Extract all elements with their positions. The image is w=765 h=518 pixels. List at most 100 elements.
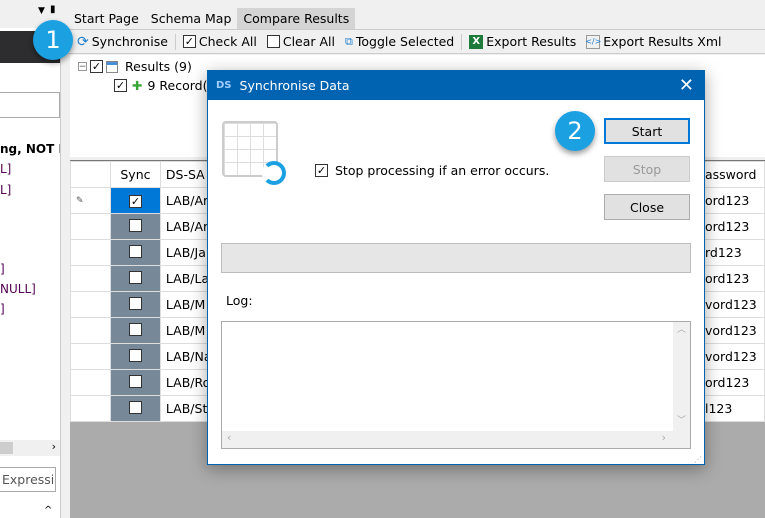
log-textarea[interactable]: ︿ ﹀ ‹ › (221, 321, 691, 449)
row-header[interactable] (70, 343, 111, 370)
dropdown-icon[interactable]: ▼ (38, 6, 45, 16)
column-header-sync[interactable]: Sync (109, 161, 161, 188)
stop-button[interactable]: Stop (604, 156, 690, 182)
export-results-xml-button[interactable]: </> Export Results Xml (583, 34, 724, 49)
sync-cell[interactable] (109, 343, 161, 370)
row-header[interactable] (70, 213, 111, 240)
row-header[interactable] (70, 317, 111, 344)
checkbox-checked-icon[interactable]: ✓ (114, 79, 127, 92)
divider (461, 33, 463, 50)
tree-node-records[interactable]: ✓ ✚ 9 Record( (114, 78, 207, 93)
checkbox-empty-icon[interactable] (128, 270, 142, 284)
checkbox-checked-icon[interactable]: ✓ (90, 60, 103, 73)
scroll-down-icon[interactable]: ﹀ (673, 413, 690, 426)
plus-icon: ✚ (132, 78, 143, 93)
sync-cell[interactable] (109, 317, 161, 344)
row-header[interactable] (70, 265, 111, 292)
toggle-selected-label: Toggle Selected (355, 34, 455, 49)
export-results-label: Export Results (486, 34, 577, 49)
horizontal-scrollbar[interactable]: › (0, 440, 60, 456)
checkbox-empty-icon[interactable] (128, 218, 142, 232)
tab-compare-results[interactable]: Compare Results (237, 8, 356, 29)
expression-button[interactable]: Expression (0, 467, 56, 492)
table-icon (106, 60, 118, 73)
password-cell[interactable]: vord123 (698, 317, 765, 344)
toggle-icon: ⧉ (345, 34, 353, 48)
stop-on-error-label: Stop processing if an error occurs. (335, 163, 550, 178)
left-line: NULL] (0, 282, 36, 296)
start-button[interactable]: Start (604, 118, 690, 144)
close-icon[interactable]: ✕ (679, 75, 694, 96)
scroll-up-icon[interactable]: ^ (44, 505, 52, 516)
export-results-button[interactable]: X Export Results (466, 34, 579, 49)
sync-cell[interactable] (109, 395, 161, 422)
checkbox-empty-icon[interactable] (128, 400, 142, 414)
password-cell[interactable]: ord123 (698, 369, 765, 396)
row-header[interactable] (70, 291, 111, 318)
clear-all-button[interactable]: Clear All (264, 34, 338, 49)
checkbox-empty-icon[interactable] (128, 296, 142, 310)
row-header[interactable] (70, 369, 111, 396)
step-badge-2: 2 (555, 111, 595, 151)
password-cell[interactable]: vord123 (698, 343, 765, 370)
collapse-icon[interactable]: − (78, 62, 87, 72)
checkbox-checked-icon: ✓ (182, 35, 196, 48)
checkbox-checked-icon[interactable]: ✓ (128, 195, 142, 208)
filter-input[interactable] (0, 92, 60, 118)
left-line: ] (0, 262, 5, 276)
stop-on-error-checkbox[interactable]: ✓ Stop processing if an error occurs. (315, 163, 549, 178)
tab-bar: Start Page Schema Map Compare Results (68, 8, 356, 29)
checkbox-empty-icon[interactable] (128, 244, 142, 258)
checkbox-empty-icon[interactable] (128, 374, 142, 388)
tree-node-results[interactable]: − ✓ Results (9) (78, 59, 192, 74)
row-header[interactable] (70, 395, 111, 422)
password-cell[interactable]: ord123 (698, 265, 765, 292)
left-line: ] (0, 302, 5, 316)
row-header-corner (70, 161, 111, 188)
password-cell[interactable]: l123 (698, 395, 765, 422)
export-results-xml-label: Export Results Xml (603, 34, 722, 49)
password-cell[interactable]: ord123 (698, 213, 765, 240)
checkbox-empty-icon[interactable] (128, 322, 142, 336)
sync-cell[interactable] (109, 291, 161, 318)
step-badge-1: 1 (33, 20, 73, 60)
horizontal-scrollbar[interactable]: ‹ › (222, 431, 690, 448)
resize-grip-icon[interactable]: ⋰ (694, 455, 702, 464)
scroll-up-icon[interactable]: ︿ (673, 322, 690, 335)
synchronise-label: Synchronise (91, 34, 168, 49)
password-cell[interactable]: rd123 (698, 239, 765, 266)
column-header-password[interactable]: assword (698, 161, 765, 188)
password-cell[interactable]: ord123 (698, 187, 765, 214)
sync-cell[interactable]: ✓ (109, 187, 161, 214)
sync-cell[interactable] (109, 213, 161, 240)
toggle-selected-button[interactable]: ⧉ Toggle Selected (342, 34, 457, 49)
tab-schema-map[interactable]: Schema Map (145, 8, 238, 29)
toolbar: ⟳ Synchronise ✓ Check All Clear All ⧉ Toggl… (68, 29, 765, 54)
app-logo-icon: DS (216, 80, 232, 91)
synchronise-button[interactable]: ⟳ Synchronise (74, 34, 171, 50)
checkbox-empty-icon[interactable] (128, 348, 142, 362)
row-header[interactable] (70, 239, 111, 266)
scroll-right-icon[interactable]: › (52, 440, 56, 453)
xml-icon: </> (585, 34, 601, 49)
check-all-button[interactable]: ✓ Check All (180, 34, 260, 49)
sync-cell[interactable] (109, 239, 161, 266)
scroll-left-icon[interactable]: ‹ (227, 431, 231, 444)
vertical-scrollbar[interactable]: ︿ ﹀ (673, 322, 690, 432)
dialog-title: Synchronise Data (239, 78, 350, 93)
pin-icon[interactable]: ▮ (50, 4, 56, 15)
sync-cell[interactable] (109, 265, 161, 292)
clear-all-label: Clear All (282, 34, 336, 49)
password-cell[interactable]: vord123 (698, 291, 765, 318)
progress-bar (221, 243, 691, 273)
sync-cell[interactable] (109, 369, 161, 396)
left-panel: ▼ ▮ ng, NOT I L] L] ] NULL] ] › Expressi… (0, 0, 61, 518)
left-line: L] (0, 183, 12, 197)
tree-child-label: 9 Record( (147, 78, 208, 93)
scroll-right-icon[interactable]: › (662, 431, 666, 444)
checkbox-checked-icon[interactable]: ✓ (315, 164, 328, 177)
tree-root-label: Results (9) (125, 59, 192, 74)
close-button[interactable]: Close (604, 194, 690, 220)
tab-start-page[interactable]: Start Page (68, 8, 145, 29)
row-header[interactable]: ✎ (70, 187, 111, 214)
